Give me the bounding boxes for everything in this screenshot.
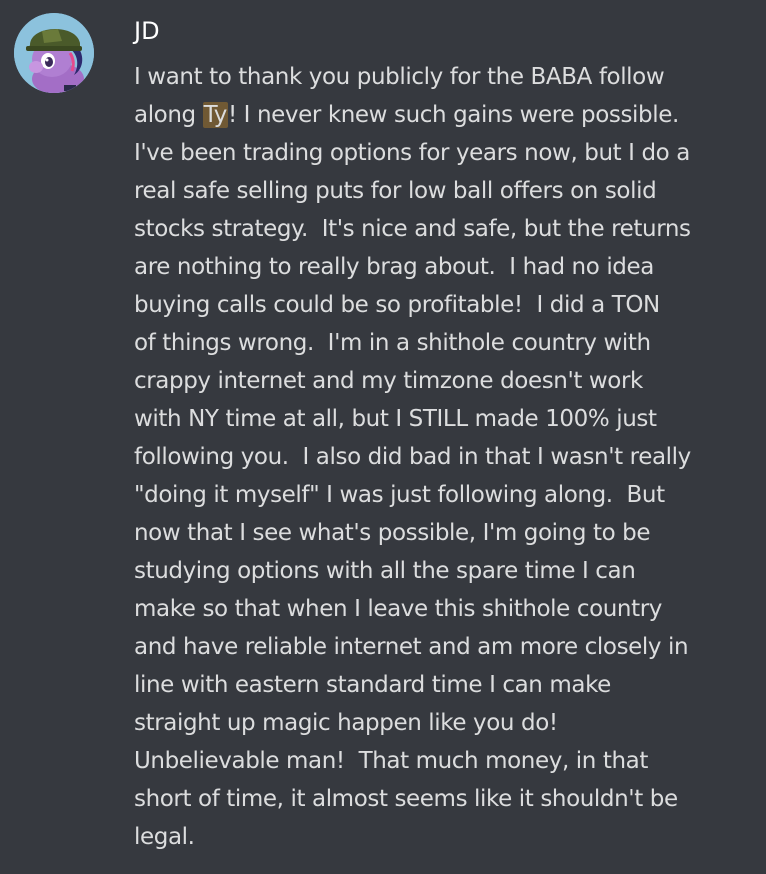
message-line: crappy internet and my timzone doesn't w… — [134, 368, 643, 394]
message-line: buying calls could be so profitable! I d… — [134, 292, 660, 318]
message-content: I want to thank you publicly for the BAB… — [134, 58, 762, 856]
user-avatar[interactable] — [14, 13, 94, 93]
message-line: straight up magic happen like you do! — [134, 710, 558, 736]
message-line: now that I see what's possible, I'm goin… — [134, 520, 651, 546]
message-line-suffix: ! I never knew such gains were possible. — [227, 102, 679, 128]
chat-message: JD I want to thank you publicly for the … — [0, 0, 766, 874]
message-line: studying options with all the spare time… — [134, 558, 636, 584]
message-line: following you. I also did bad in that I … — [134, 444, 691, 470]
message-line: short of time, it almost seems like it s… — [134, 786, 678, 812]
message-line: legal. — [134, 824, 195, 850]
message-line-prefix: along — [134, 102, 203, 128]
message-line: real safe selling puts for low ball offe… — [134, 178, 657, 204]
message-line: I want to thank you publicly for the BAB… — [134, 64, 665, 90]
message-line: I've been trading options for years now,… — [134, 140, 690, 166]
message-line: of things wrong. I'm in a shithole count… — [134, 330, 651, 356]
message-line: and have reliable internet and am more c… — [134, 634, 689, 660]
message-line: Unbelievable man! That much money, in th… — [134, 748, 648, 774]
message-username[interactable]: JD — [134, 14, 160, 48]
message-line: stocks strategy. It's nice and safe, but… — [134, 216, 691, 242]
message-line: with NY time at all, but I STILL made 10… — [134, 406, 657, 432]
message-line-with-mention: along Ty! I never knew such gains were p… — [134, 96, 762, 134]
message-line: make so that when I leave this shithole … — [134, 596, 662, 622]
pony-with-helmet-avatar-icon — [14, 13, 94, 93]
user-mention[interactable]: Ty — [202, 102, 228, 128]
message-line: are nothing to really brag about. I had … — [134, 254, 654, 280]
message-line: line with eastern standard time I can ma… — [134, 672, 611, 698]
message-line: "doing it myself" I was just following a… — [134, 482, 665, 508]
